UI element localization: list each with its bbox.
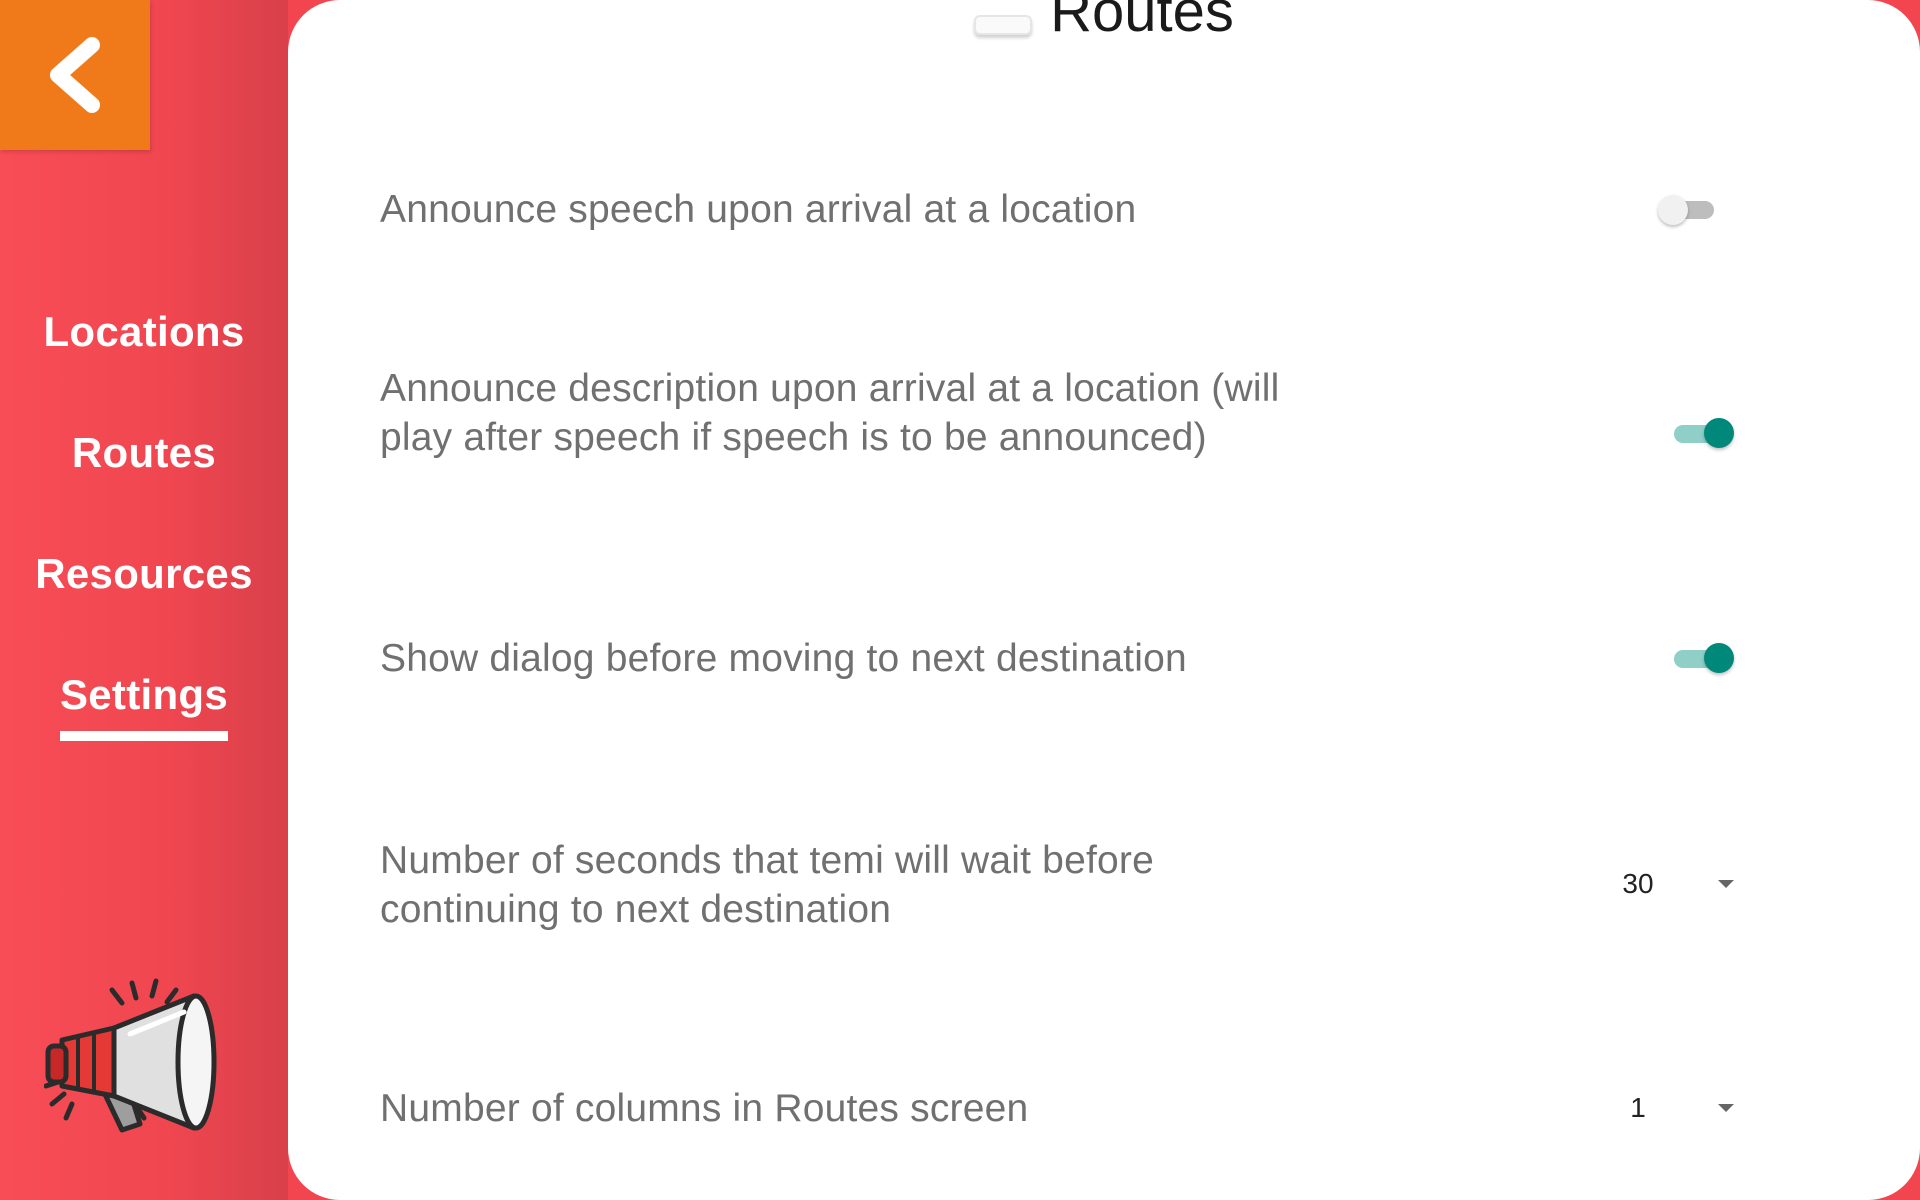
announce-description-switch[interactable] — [1674, 418, 1734, 448]
dropdown-value: 30 — [1622, 868, 1654, 899]
show-dialog-switch[interactable] — [1674, 643, 1734, 673]
active-tab-underline — [60, 731, 228, 741]
chevron-down-icon — [1718, 880, 1734, 888]
setting-announce-speech: Announce speech upon arrival at a locati… — [380, 185, 1800, 234]
sidebar-item-routes[interactable]: Routes — [0, 429, 288, 477]
switch-thumb — [1704, 643, 1734, 673]
setting-route-columns: Number of columns in Routes screen — [380, 1084, 1800, 1133]
announce-speech-switch[interactable] — [1658, 195, 1718, 225]
switch-thumb — [1704, 418, 1734, 448]
setting-label: Show dialog before moving to next destin… — [380, 637, 1187, 680]
sidebar-item-label: Settings — [59, 671, 229, 718]
page-title: Routes — [1050, 0, 1234, 44]
sidebar: Locations Routes Resources Settings — [0, 0, 288, 1200]
megaphone-icon — [44, 978, 217, 1133]
sidebar-item-locations[interactable]: Locations — [0, 308, 288, 356]
setting-label: Announce description upon arrival at a l… — [380, 367, 1280, 459]
sidebar-item-settings[interactable]: Settings — [0, 671, 288, 741]
switch-thumb — [1658, 195, 1688, 225]
setting-show-dialog: Show dialog before moving to next destin… — [380, 634, 1800, 683]
page-header: Routes — [288, 0, 1920, 45]
dropdown-value: 1 — [1630, 1092, 1646, 1123]
settings-panel: Routes Announce speech upon arrival at a… — [288, 0, 1920, 1200]
chevron-down-icon — [1718, 1104, 1734, 1112]
chevron-left-icon — [50, 37, 100, 113]
back-button[interactable] — [0, 0, 150, 150]
route-columns-dropdown[interactable]: 1 — [1608, 1084, 1748, 1134]
sidebar-item-resources[interactable]: Resources — [0, 550, 288, 598]
setting-label: Number of seconds that temi will wait be… — [380, 839, 1154, 931]
sidebar-item-label: Locations — [43, 308, 245, 355]
wait-seconds-dropdown[interactable]: 30 — [1608, 860, 1748, 910]
toggle-icon[interactable] — [974, 14, 1033, 35]
sidebar-item-label: Routes — [71, 429, 217, 476]
setting-wait-seconds: Number of seconds that temi will wait be… — [380, 836, 1800, 934]
setting-label: Number of columns in Routes screen — [380, 1087, 1029, 1130]
setting-announce-description: Announce description upon arrival at a l… — [380, 364, 1800, 462]
setting-label: Announce speech upon arrival at a locati… — [380, 188, 1137, 231]
sidebar-item-label: Resources — [35, 550, 253, 597]
